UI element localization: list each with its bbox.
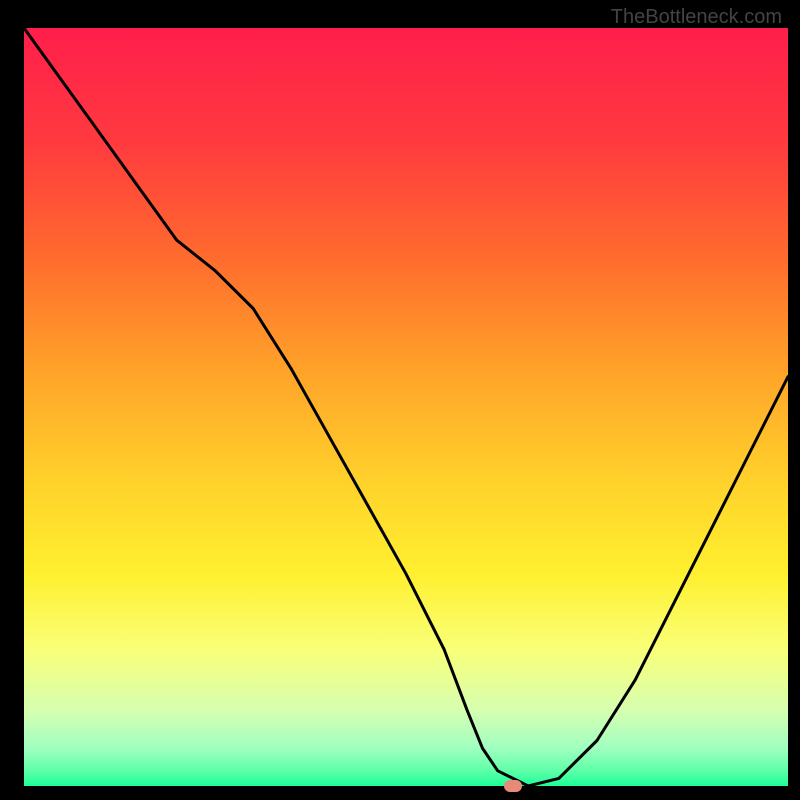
chart-container: TheBottleneck.com [0,0,800,800]
plot-area [24,28,788,786]
watermark-text: TheBottleneck.com [611,6,782,29]
bottleneck-curve [24,28,788,786]
curve-svg [24,28,788,786]
min-marker [504,780,522,792]
